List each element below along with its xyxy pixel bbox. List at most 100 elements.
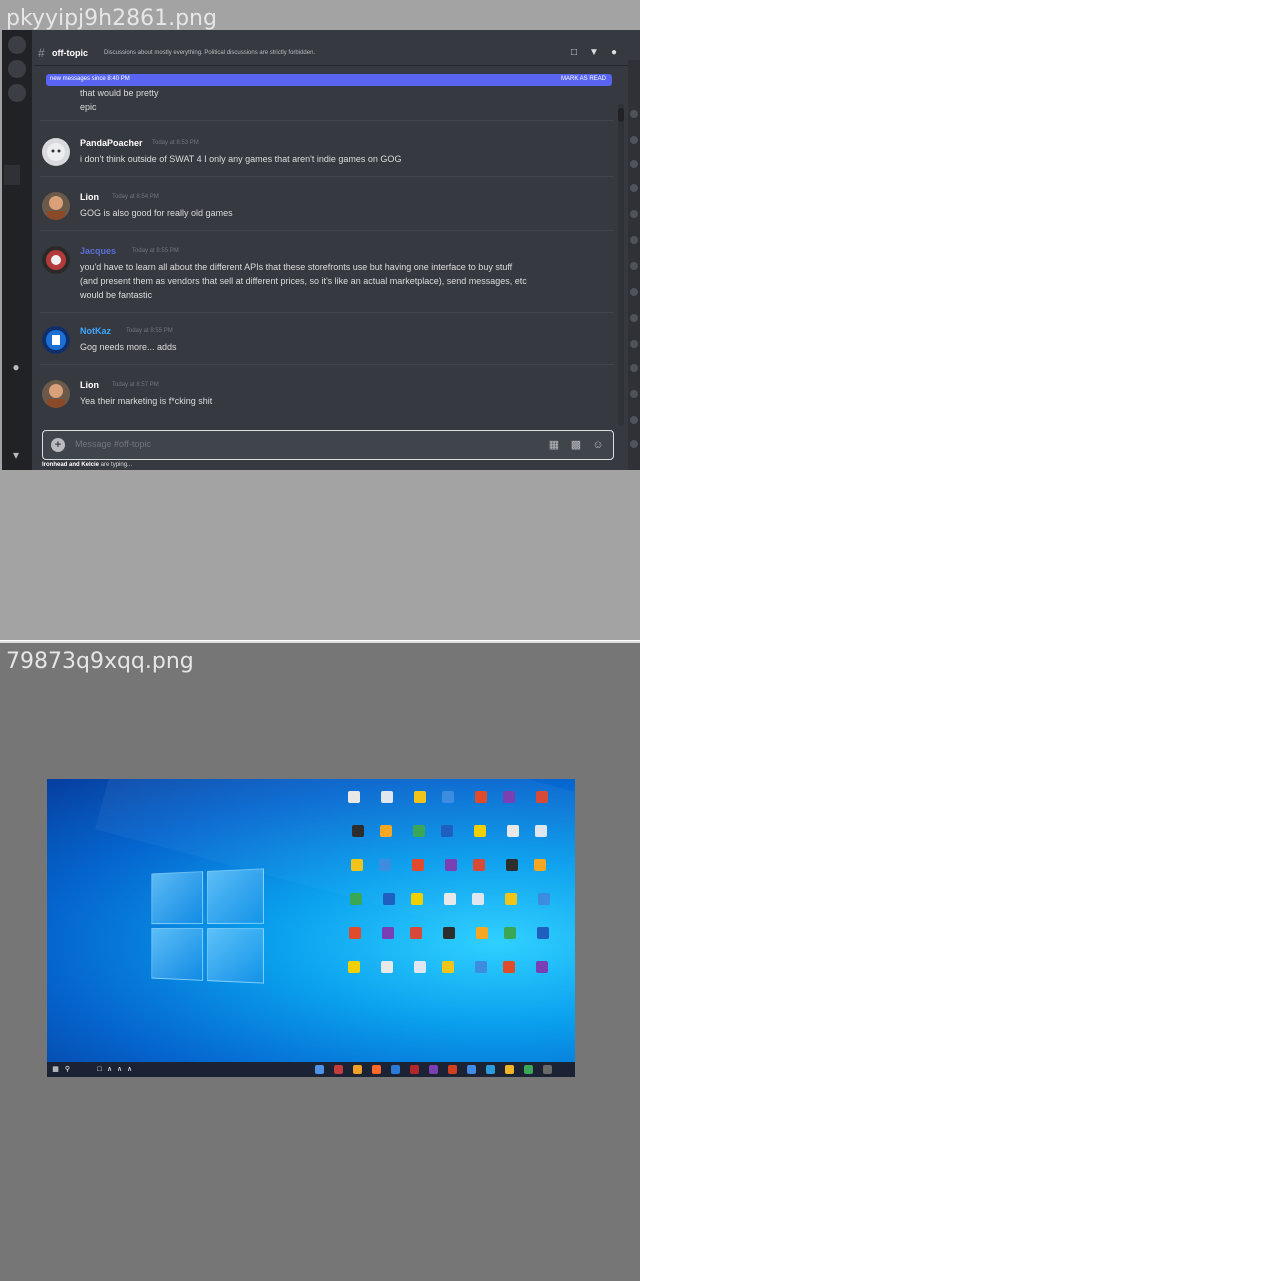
gift-icon[interactable]: ▦ [547, 438, 561, 452]
member-avatar[interactable] [630, 288, 638, 296]
desktop-icon[interactable] [405, 893, 429, 919]
member-avatar[interactable] [630, 236, 638, 244]
desktop-icon[interactable] [501, 825, 525, 851]
member-avatar[interactable] [630, 340, 638, 348]
member-avatar[interactable] [630, 160, 638, 168]
avatar[interactable] [42, 138, 70, 166]
desktop-icon[interactable] [469, 791, 493, 817]
pin-icon[interactable]: ▼ [588, 47, 600, 59]
desktop-icon[interactable] [467, 859, 491, 885]
taskbar-app-icon[interactable] [410, 1065, 419, 1074]
taskbar-app-icon[interactable] [543, 1065, 552, 1074]
server-icon[interactable] [8, 36, 26, 54]
member-avatar[interactable] [630, 210, 638, 218]
avatar[interactable] [42, 326, 70, 354]
desktop-icon[interactable] [500, 859, 524, 885]
taskbar-app-icon[interactable] [467, 1065, 476, 1074]
desktop-icon[interactable] [404, 927, 428, 953]
desktop-icon[interactable] [437, 927, 461, 953]
desktop-icon[interactable] [407, 825, 431, 851]
desktop-icon[interactable] [436, 961, 460, 987]
desktop-icon[interactable] [470, 927, 494, 953]
member-avatar[interactable] [630, 364, 638, 372]
new-messages-bar[interactable]: new messages since 8:40 PM MARK AS READ [46, 74, 612, 86]
desktop-icon[interactable] [497, 961, 521, 987]
member-avatar[interactable] [630, 390, 638, 398]
member-avatar[interactable] [630, 136, 638, 144]
desktop-icon[interactable] [528, 859, 552, 885]
taskbar-app-icon[interactable] [391, 1065, 400, 1074]
task-view-icon[interactable]: □ [95, 1065, 104, 1074]
desktop-icon[interactable] [532, 893, 556, 919]
server-icon[interactable] [8, 60, 26, 78]
desktop-icon[interactable] [344, 893, 368, 919]
taskbar-app-icon[interactable] [372, 1065, 381, 1074]
member-avatar[interactable] [630, 184, 638, 192]
member-avatar[interactable] [630, 110, 638, 118]
desktop-icon[interactable] [342, 791, 366, 817]
search-icon[interactable]: ⚲ [63, 1065, 72, 1074]
desktop-icon[interactable] [377, 893, 401, 919]
username[interactable]: Lion [80, 192, 99, 202]
scrollbar-thumb[interactable] [618, 108, 624, 122]
server-icon[interactable] [8, 84, 26, 102]
taskbar-app-icon[interactable] [486, 1065, 495, 1074]
member-avatar[interactable] [630, 314, 638, 322]
threads-icon[interactable]: □ [568, 47, 580, 59]
desktop-icon[interactable] [530, 961, 554, 987]
taskbar-app-icon[interactable] [334, 1065, 343, 1074]
desktop-icon[interactable] [498, 927, 522, 953]
avatar[interactable] [42, 246, 70, 274]
avatar[interactable] [42, 192, 70, 220]
username[interactable]: Jacques [80, 246, 116, 256]
volume-icon[interactable]: ∧ [115, 1065, 124, 1074]
desktop-icon[interactable] [497, 791, 521, 817]
attach-plus-icon[interactable]: + [51, 438, 65, 452]
taskbar-app-icon[interactable] [524, 1065, 533, 1074]
members-icon[interactable]: ● [608, 47, 620, 59]
emoji-icon[interactable]: ☺ [591, 438, 605, 452]
desktop-icon[interactable] [375, 961, 399, 987]
desktop-icon[interactable] [530, 791, 554, 817]
user-icon[interactable]: ● [8, 360, 24, 376]
desktop-icon[interactable] [345, 859, 369, 885]
desktop-icon[interactable] [529, 825, 553, 851]
network-icon[interactable]: ∧ [105, 1065, 114, 1074]
desktop-icon[interactable] [469, 961, 493, 987]
desktop-icon[interactable] [499, 893, 523, 919]
desktop-icon[interactable] [374, 825, 398, 851]
desktop-icon[interactable] [435, 825, 459, 851]
member-avatar[interactable] [630, 416, 638, 424]
taskbar-app-icon[interactable] [505, 1065, 514, 1074]
username[interactable]: Lion [80, 380, 99, 390]
desktop-icon[interactable] [373, 859, 397, 885]
desktop-icon[interactable] [408, 961, 432, 987]
desktop-icon[interactable] [466, 893, 490, 919]
desktop-icon[interactable] [531, 927, 555, 953]
desktop-icon[interactable] [342, 961, 366, 987]
taskbar-app-icon[interactable] [429, 1065, 438, 1074]
microphone-icon[interactable]: ▾ [8, 448, 24, 464]
username[interactable]: NotKaz [80, 326, 111, 336]
message-composer[interactable]: + Message #off-topic ▦ ▩ ☺ [42, 430, 614, 460]
message-input[interactable]: Message #off-topic [75, 439, 151, 449]
taskbar-app-icon[interactable] [448, 1065, 457, 1074]
notification-icon[interactable]: ∧ [125, 1065, 134, 1074]
desktop-icon[interactable] [376, 927, 400, 953]
avatar[interactable] [42, 380, 70, 408]
desktop-icon[interactable] [436, 791, 460, 817]
desktop-icon[interactable] [343, 927, 367, 953]
member-avatar[interactable] [630, 440, 638, 448]
message-scrollbar[interactable] [618, 104, 624, 426]
desktop-icon[interactable] [439, 859, 463, 885]
member-avatar[interactable] [630, 262, 638, 270]
username[interactable]: PandaPoacher [80, 138, 143, 148]
desktop-icon[interactable] [375, 791, 399, 817]
mark-as-read-button[interactable]: MARK AS READ [561, 76, 606, 82]
taskbar-app-icon[interactable] [315, 1065, 324, 1074]
taskbar-app-icon[interactable] [353, 1065, 362, 1074]
start-icon[interactable]: ▦ [51, 1065, 60, 1074]
desktop-icon[interactable] [408, 791, 432, 817]
desktop-icon[interactable] [406, 859, 430, 885]
desktop-icon[interactable] [468, 825, 492, 851]
